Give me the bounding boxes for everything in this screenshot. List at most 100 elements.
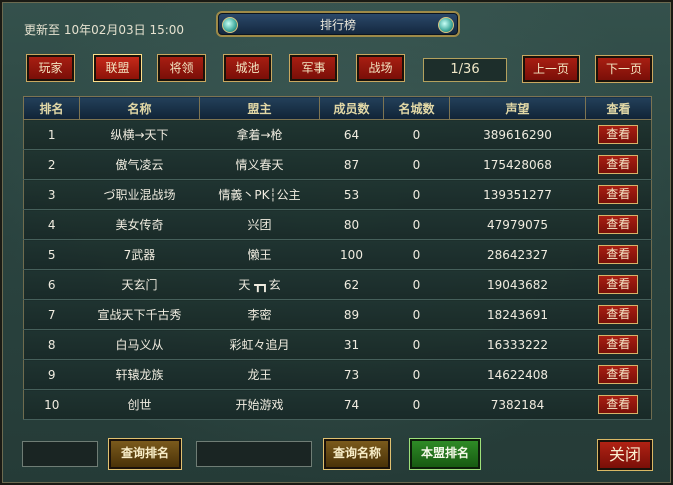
members-cell: 53	[319, 179, 384, 210]
table-row: 6 天玄门 天 ┳┓玄 62 0 19043682 查看	[23, 269, 652, 300]
members-cell: 74	[319, 389, 384, 420]
members-cell: 62	[319, 269, 384, 300]
title-bar: 排行榜	[216, 11, 460, 37]
alliance-name-cell: 傲气凌云	[79, 149, 200, 180]
close-button[interactable]: 关闭	[597, 439, 653, 471]
column-header-members: 成员数	[319, 96, 384, 120]
alliance-name-cell: 轩辕龙族	[79, 359, 200, 390]
cities-cell: 0	[383, 299, 450, 330]
alliance-name-cell: 天玄门	[79, 269, 200, 300]
prestige-cell: 19043682	[449, 269, 586, 300]
table-row: 5 7武器 懒王 100 0 28642327 查看	[23, 239, 652, 270]
query-rank-button[interactable]: 查询排名	[108, 438, 182, 470]
view-button[interactable]: 查看	[598, 275, 639, 294]
ranking-table: 排名 名称 盟主 成员数 名城数 声望 查看 1 纵横→天下 拿着→枪 64 0…	[23, 96, 652, 420]
table-row: 9 轩辕龙族 龙王 73 0 14622408 查看	[23, 359, 652, 390]
members-cell: 73	[319, 359, 384, 390]
cities-cell: 0	[383, 119, 450, 150]
tab-player[interactable]: 玩家	[26, 54, 75, 82]
leader-cell: 拿着→枪	[199, 119, 320, 150]
members-cell: 100	[319, 239, 384, 270]
next-page-button[interactable]: 下一页	[595, 55, 653, 83]
tab-city[interactable]: 城池	[223, 54, 272, 82]
column-header-prestige: 声望	[449, 96, 586, 120]
prestige-cell: 16333222	[449, 329, 586, 360]
alliance-name-cell: 纵横→天下	[79, 119, 200, 150]
prev-page-button[interactable]: 上一页	[522, 55, 580, 83]
cities-cell: 0	[383, 329, 450, 360]
tab-general[interactable]: 将领	[157, 54, 206, 82]
view-button[interactable]: 查看	[598, 395, 639, 414]
leader-cell: 情義丶PK┆公主	[199, 179, 320, 210]
column-header-name: 名称	[79, 96, 200, 120]
members-cell: 87	[319, 149, 384, 180]
leader-cell: 彩虹々追月	[199, 329, 320, 360]
prestige-cell: 389616290	[449, 119, 586, 150]
rank-cell: 8	[23, 329, 80, 360]
table-row: 1 纵横→天下 拿着→枪 64 0 389616290 查看	[23, 119, 652, 150]
table-row: 8 白马义从 彩虹々追月 31 0 16333222 查看	[23, 329, 652, 360]
table-row: 2 傲气凌云 情义春天 87 0 175428068 查看	[23, 149, 652, 180]
view-cell: 查看	[585, 329, 652, 360]
view-button[interactable]: 查看	[598, 365, 639, 384]
rank-cell: 4	[23, 209, 80, 240]
view-button[interactable]: 查看	[598, 335, 639, 354]
column-header-leader: 盟主	[199, 96, 320, 120]
rank-cell: 3	[23, 179, 80, 210]
prestige-cell: 14622408	[449, 359, 586, 390]
prestige-cell: 28642327	[449, 239, 586, 270]
table-header-row: 排名 名称 盟主 成员数 名城数 声望 查看	[23, 96, 652, 120]
tab-military[interactable]: 军事	[289, 54, 338, 82]
cities-cell: 0	[383, 239, 450, 270]
view-cell: 查看	[585, 389, 652, 420]
prestige-cell: 175428068	[449, 149, 586, 180]
tab-battlefield[interactable]: 战场	[356, 54, 405, 82]
view-button[interactable]: 查看	[598, 215, 639, 234]
column-header-cities: 名城数	[383, 96, 450, 120]
view-button[interactable]: 查看	[598, 185, 639, 204]
members-cell: 80	[319, 209, 384, 240]
column-header-view: 查看	[585, 96, 652, 120]
members-cell: 31	[319, 329, 384, 360]
name-query-input[interactable]	[196, 441, 312, 467]
view-cell: 查看	[585, 179, 652, 210]
rank-cell: 2	[23, 149, 80, 180]
page-indicator: 1/36	[423, 58, 507, 82]
prestige-cell: 139351277	[449, 179, 586, 210]
alliance-name-cell: 创世	[79, 389, 200, 420]
table-row: 4 美女传奇 兴团 80 0 47979075 查看	[23, 209, 652, 240]
rank-cell: 9	[23, 359, 80, 390]
query-name-button[interactable]: 查询名称	[323, 438, 391, 470]
rank-cell: 10	[23, 389, 80, 420]
view-button[interactable]: 查看	[598, 305, 639, 324]
rank-cell: 5	[23, 239, 80, 270]
view-cell: 查看	[585, 119, 652, 150]
window-title: 排行榜	[319, 18, 356, 32]
leader-cell: 天 ┳┓玄	[199, 269, 320, 300]
my-alliance-rank-button[interactable]: 本盟排名	[409, 438, 481, 470]
table-row: 10 创世 开始游戏 74 0 7382184 查看	[23, 389, 652, 420]
leader-cell: 情义春天	[199, 149, 320, 180]
leader-cell: 龙王	[199, 359, 320, 390]
view-cell: 查看	[585, 149, 652, 180]
cities-cell: 0	[383, 179, 450, 210]
rank-query-input[interactable]	[22, 441, 98, 467]
leader-cell: 李密	[199, 299, 320, 330]
rank-cell: 6	[23, 269, 80, 300]
alliance-name-cell: づ职业混战场	[79, 179, 200, 210]
column-header-rank: 排名	[23, 96, 80, 120]
view-button[interactable]: 查看	[598, 125, 639, 144]
tab-alliance[interactable]: 联盟	[93, 54, 142, 82]
leader-cell: 懒王	[199, 239, 320, 270]
view-cell: 查看	[585, 269, 652, 300]
table-row: 7 宣战天下千古秀 李密 89 0 18243691 查看	[23, 299, 652, 330]
alliance-name-cell: 白马义从	[79, 329, 200, 360]
view-button[interactable]: 查看	[598, 245, 639, 264]
leader-cell: 开始游戏	[199, 389, 320, 420]
cities-cell: 0	[383, 209, 450, 240]
view-button[interactable]: 查看	[598, 155, 639, 174]
view-cell: 查看	[585, 239, 652, 270]
orb-icon	[438, 17, 454, 33]
alliance-name-cell: 7武器	[79, 239, 200, 270]
table-row: 3 づ职业混战场 情義丶PK┆公主 53 0 139351277 查看	[23, 179, 652, 210]
